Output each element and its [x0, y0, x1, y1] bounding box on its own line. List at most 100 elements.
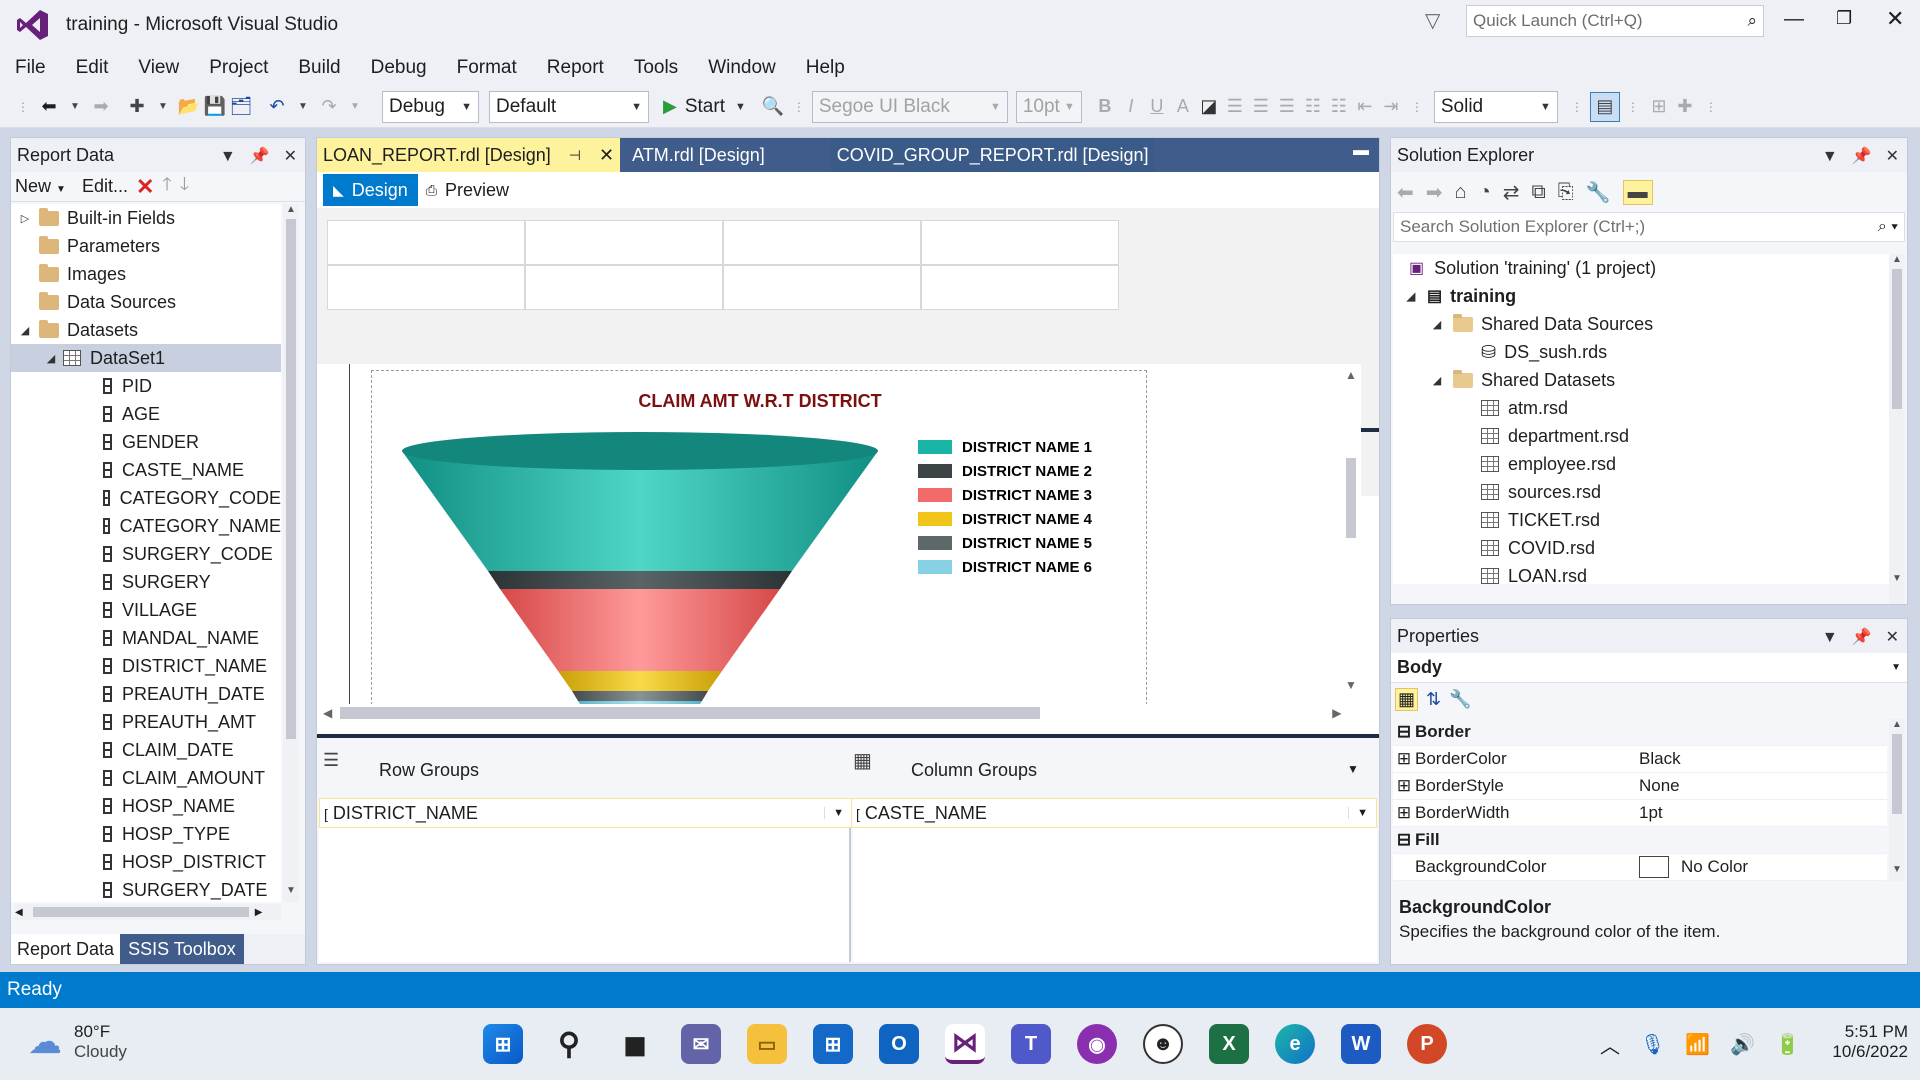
close-icon[interactable]: ✕ — [1886, 629, 1899, 646]
property-border-style[interactable]: ⊞ BorderStyle None — [1393, 773, 1887, 800]
edit-button[interactable]: Edit... — [82, 176, 128, 197]
menu-file[interactable]: File — [0, 50, 61, 86]
tree-item-field[interactable]: AGE — [11, 400, 281, 428]
scroll-right-icon[interactable]: ▶ — [255, 907, 263, 918]
tab-ssis-toolbox[interactable]: SSIS Toolbox — [120, 934, 244, 964]
panel-menu-icon[interactable]: ▼ — [1822, 148, 1838, 165]
tree-item-datasets[interactable]: ◢ Datasets — [11, 316, 281, 344]
scroll-thumb[interactable] — [1892, 269, 1902, 409]
edge-icon[interactable]: e — [1275, 1024, 1315, 1064]
color-swatch[interactable] — [1639, 856, 1669, 878]
file-explorer-icon[interactable]: ▭ — [747, 1024, 787, 1064]
scroll-up-icon[interactable]: ▲ — [1343, 368, 1359, 382]
italic-icon[interactable]: I — [1118, 92, 1144, 122]
close-window-button[interactable]: ✕ — [1886, 6, 1904, 32]
menu-window[interactable]: Window — [693, 50, 791, 86]
table-cell[interactable] — [327, 265, 525, 310]
table-cell[interactable] — [921, 265, 1119, 310]
menu-project[interactable]: Project — [194, 50, 283, 86]
tree-item-field[interactable]: CLAIM_AMOUNT — [11, 764, 281, 792]
scroll-up-icon[interactable]: ▲ — [283, 204, 299, 215]
pin-icon[interactable]: 📌 — [250, 148, 270, 165]
tree-item-project[interactable]: ◢ ▤ training — [1393, 282, 1889, 310]
excel-icon[interactable]: X — [1209, 1024, 1249, 1064]
tab-preview[interactable]: ⎙ Preview — [418, 174, 517, 206]
scroll-thumb[interactable] — [286, 219, 296, 739]
tree-item-field[interactable]: SURGERY_DATE — [11, 876, 281, 902]
redo-dropdown-icon[interactable]: ▼ — [342, 92, 368, 122]
scroll-down-icon[interactable]: ▼ — [283, 885, 299, 896]
move-up-icon[interactable]: 🡑 — [162, 172, 171, 202]
tree-item-field[interactable]: HOSP_DISTRICT — [11, 848, 281, 876]
word-icon[interactable]: W — [1341, 1024, 1381, 1064]
tree-item-field[interactable]: CATEGORY_CODE — [11, 484, 281, 512]
categorized-icon[interactable]: ▦ — [1395, 687, 1419, 711]
tree-item-field[interactable]: MANDAL_NAME — [11, 624, 281, 652]
pin-icon[interactable]: ⊣ — [569, 138, 581, 172]
category-fill[interactable]: ⊟ Fill — [1393, 827, 1887, 854]
github-desktop-icon[interactable]: ◉ — [1077, 1024, 1117, 1064]
menu-help[interactable]: Help — [791, 50, 860, 86]
design-vscrollbar[interactable]: ▲ ▼ — [1343, 364, 1359, 698]
table-cell[interactable] — [723, 220, 921, 265]
scroll-thumb[interactable] — [1346, 458, 1356, 538]
open-file-icon[interactable]: 📂 — [176, 92, 202, 122]
tree-item-field[interactable]: VILLAGE — [11, 596, 281, 624]
expand-box-icon[interactable]: ⊞ — [1393, 803, 1415, 823]
expand-box-icon[interactable]: ⊞ — [1393, 776, 1415, 796]
tab-atm-report[interactable]: ATM.rdl [Design] — [626, 138, 771, 172]
new-project-icon[interactable]: ✚ — [124, 92, 150, 122]
scroll-thumb[interactable] — [340, 707, 1041, 719]
undo-icon[interactable]: ↶ — [264, 92, 290, 122]
tree-item-parameters[interactable]: Parameters — [11, 232, 281, 260]
collapse-all-icon[interactable]: ⧉ — [1531, 181, 1545, 204]
solution-vscrollbar[interactable]: ▲ ▼ — [1889, 254, 1905, 604]
background-color-icon[interactable]: ◪ — [1196, 92, 1222, 122]
tree-item-rsd[interactable]: atm.rsd — [1393, 394, 1889, 422]
bold-icon[interactable]: B — [1092, 92, 1118, 122]
font-color-icon[interactable]: A — [1170, 92, 1196, 122]
redo-icon[interactable]: ↷ — [316, 92, 342, 122]
minimize-button[interactable]: — — [1784, 8, 1804, 31]
forward-navigation-icon[interactable]: ➡ — [88, 92, 114, 122]
report-data-hscrollbar[interactable]: ◀ ▶ — [15, 904, 281, 920]
collapse-icon[interactable]: ◢ — [43, 352, 59, 365]
close-icon[interactable]: ✕ — [1886, 148, 1899, 165]
properties-wrench-icon[interactable]: 🔧 — [1586, 180, 1611, 205]
collapse-box-icon[interactable]: ⊟ — [1393, 722, 1415, 742]
delete-icon[interactable]: ✕ — [136, 174, 154, 200]
menu-report[interactable]: Report — [532, 50, 619, 86]
solution-search-input[interactable]: Search Solution Explorer (Ctrl+;) ⌕ ▾ — [1393, 212, 1905, 242]
start-button[interactable]: ▶ Start ▼ — [663, 91, 746, 123]
weather-widget[interactable]: ☁ 80°F Cloudy — [28, 1022, 127, 1062]
property-pages-icon[interactable]: 🔧 — [1449, 689, 1471, 710]
close-tab-icon[interactable]: ✕ — [599, 138, 614, 172]
numbered-list-icon[interactable]: ☷ — [1300, 92, 1326, 122]
battery-icon[interactable]: 🔋 — [1775, 1032, 1800, 1057]
chevron-up-icon[interactable]: ︿ — [1600, 1030, 1620, 1059]
close-icon[interactable]: ✕ — [284, 148, 297, 165]
border-style-select[interactable]: Solid ▼ — [1433, 90, 1558, 123]
home-icon[interactable]: ⌂ — [1455, 181, 1467, 204]
property-border-color[interactable]: ⊞ BorderColor Black — [1393, 746, 1887, 773]
pin-icon[interactable]: 📌 — [1852, 629, 1872, 646]
tree-item-field[interactable]: CASTE_NAME — [11, 456, 281, 484]
collapse-icon[interactable]: ◢ — [1429, 374, 1445, 387]
underline-icon[interactable]: U — [1144, 92, 1170, 122]
tab-covid-group-report[interactable]: COVID_GROUP_REPORT.rdl [Design] — [830, 138, 1155, 172]
outlook-icon[interactable]: O — [879, 1024, 919, 1064]
tree-item-field[interactable]: DISTRICT_NAME — [11, 652, 281, 680]
platform-select[interactable]: Default ▼ — [489, 90, 649, 123]
undo-dropdown-icon[interactable]: ▼ — [290, 92, 316, 122]
start-menu-icon[interactable]: ⊞ — [483, 1024, 523, 1064]
collapse-icon[interactable]: ◢ — [1403, 290, 1419, 303]
tree-item-field[interactable]: SURGERY_CODE — [11, 540, 281, 568]
save-icon[interactable]: 💾 — [202, 92, 228, 122]
tree-item-field[interactable]: HOSP_TYPE — [11, 820, 281, 848]
row-group-item[interactable]: [ DISTRICT_NAME ▼ — [319, 798, 853, 828]
table-cell[interactable] — [723, 265, 921, 310]
align-right-icon[interactable]: ☰ — [1274, 92, 1300, 122]
split-cells-icon[interactable]: ✚ — [1672, 92, 1698, 122]
menu-edit[interactable]: Edit — [61, 50, 124, 86]
align-left-icon[interactable]: ☰ — [1222, 92, 1248, 122]
